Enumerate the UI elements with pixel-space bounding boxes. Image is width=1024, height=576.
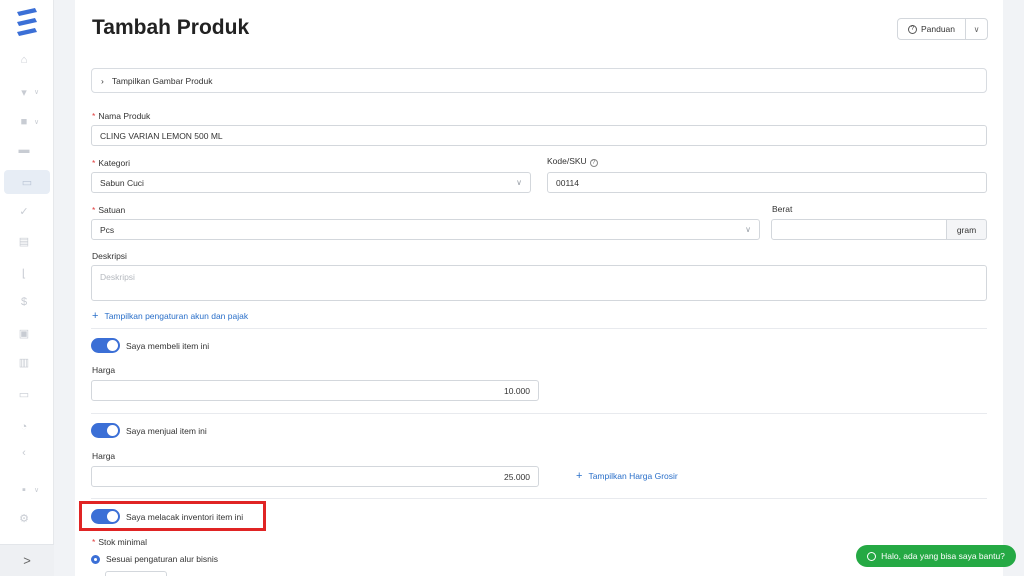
chat-support-label: Halo, ada yang bisa saya bantu? bbox=[881, 551, 1005, 561]
chat-support-button[interactable]: Halo, ada yang bisa saya bantu? bbox=[856, 545, 1016, 567]
min-stock-option-label: Sesuai pengaturan alur bisnis bbox=[106, 554, 218, 564]
sku-input[interactable]: 00114 bbox=[547, 172, 987, 193]
min-stock-label: * Stok minimal bbox=[92, 537, 147, 547]
home-icon[interactable]: ⌂ bbox=[15, 52, 33, 68]
product-image-toggle-label: Tampilkan Gambar Produk bbox=[111, 75, 213, 86]
min-stock-option[interactable]: Sesuai pengaturan alur bisnis bbox=[91, 554, 218, 564]
category-label: * Kategori bbox=[92, 158, 130, 168]
category-select[interactable]: Sabun Cuci ∨ bbox=[91, 172, 531, 193]
product-image-toggle[interactable]: › Tampilkan Gambar Produk bbox=[91, 68, 987, 93]
sales-toggle[interactable] bbox=[91, 423, 120, 438]
inventory-toggle-row: Saya melacak inventori item ini bbox=[91, 509, 243, 524]
guide-button[interactable]: ? Panduan bbox=[898, 19, 966, 39]
pie-icon[interactable]: ‹ bbox=[15, 445, 33, 461]
purchase-toggle-label: Saya membeli item ini bbox=[126, 340, 210, 351]
sales-toggle-label: Saya menjual item ini bbox=[126, 425, 207, 436]
divider bbox=[91, 498, 987, 499]
receipt-icon[interactable]: ▭ bbox=[15, 386, 33, 402]
plus-icon: + bbox=[92, 310, 99, 322]
divider bbox=[91, 328, 987, 329]
weight-input[interactable] bbox=[771, 219, 947, 240]
sku-label: Kode/SKU? bbox=[547, 156, 598, 167]
guide-button-label: Panduan bbox=[920, 24, 956, 34]
purchase-toggle[interactable] bbox=[91, 338, 120, 353]
show-wholesale-price-link[interactable]: + Tampilkan Harga Grosir bbox=[576, 470, 678, 482]
purchase-toggle-row: Saya membeli item ini bbox=[91, 338, 209, 353]
card-icon[interactable]: ▬ bbox=[15, 142, 33, 158]
sidebar: ⌂ ▾ ∨ ■ ∨ ▬ ▭ ✓ ▤ ⌊ $ ▣ ▥ ▭ ◔ ‹ ▪ ∨ ⚙ > bbox=[0, 0, 54, 576]
help-icon[interactable]: ? bbox=[589, 159, 598, 167]
product-name-label: * Nama Produk bbox=[92, 111, 151, 121]
chevron-right-icon: › bbox=[101, 75, 104, 86]
sales-price-input[interactable]: 25.000 bbox=[91, 466, 539, 487]
chevron-down-icon: ∨ bbox=[973, 24, 980, 34]
unit-label: * Satuan bbox=[92, 205, 126, 215]
dollar-icon[interactable]: $ bbox=[15, 294, 33, 310]
weight-label: Berat bbox=[772, 204, 793, 214]
cart-icon[interactable]: ▾ bbox=[15, 84, 33, 100]
plus-icon: + bbox=[576, 470, 583, 482]
radio-selected[interactable] bbox=[91, 554, 100, 564]
description-textarea[interactable]: Deskripsi bbox=[91, 265, 987, 301]
sidebar-expand-button[interactable]: > bbox=[0, 544, 54, 576]
weight-unit-addon: gram bbox=[946, 219, 987, 240]
box-icon[interactable]: ▭ bbox=[4, 170, 50, 194]
report-icon[interactable]: ▪ bbox=[15, 482, 33, 498]
building-icon[interactable]: ▥ bbox=[15, 354, 33, 370]
show-account-tax-link[interactable]: + Tampilkan pengaturan akun dan pajak bbox=[92, 310, 248, 322]
page-title: Tambah Produk bbox=[92, 16, 250, 39]
description-label: Deskripsi bbox=[92, 251, 127, 261]
whatsapp-icon bbox=[867, 551, 877, 561]
chevron-down-icon: ∨ bbox=[34, 487, 40, 494]
document-icon[interactable]: ▣ bbox=[15, 325, 33, 341]
sales-toggle-row: Saya menjual item ini bbox=[91, 423, 207, 438]
inventory-toggle-label: Saya melacak inventori item ini bbox=[126, 511, 244, 522]
chevron-right-icon: > bbox=[23, 553, 31, 568]
guide-button-group: ? Panduan ∨ bbox=[897, 18, 988, 40]
chevron-down-icon: ∨ bbox=[745, 225, 751, 234]
chart-icon[interactable]: ⌊ bbox=[15, 265, 33, 281]
inventory-toggle[interactable] bbox=[91, 509, 120, 524]
purchase-price-label: Harga bbox=[92, 365, 116, 375]
unit-select[interactable]: Pcs ∨ bbox=[91, 219, 760, 240]
min-stock-input[interactable] bbox=[105, 571, 167, 576]
help-circle-icon: ? bbox=[907, 24, 917, 34]
guide-dropdown-toggle[interactable]: ∨ bbox=[966, 19, 987, 39]
check-icon[interactable]: ✓ bbox=[15, 203, 33, 219]
product-name-input[interactable]: CLING VARIAN LEMON 500 ML bbox=[91, 125, 987, 146]
main-panel: Tambah Produk ? Panduan ∨ › Tampilkan Ga… bbox=[75, 0, 1003, 576]
briefcase-icon[interactable]: ▤ bbox=[15, 233, 33, 249]
gauge-icon[interactable]: ◔ bbox=[15, 419, 33, 435]
chevron-down-icon: ∨ bbox=[516, 178, 522, 187]
chevron-down-icon: ∨ bbox=[34, 119, 40, 126]
bag-icon[interactable]: ■ bbox=[15, 114, 33, 130]
app-logo[interactable] bbox=[13, 6, 41, 40]
purchase-price-input[interactable]: 10.000 bbox=[91, 380, 539, 401]
divider bbox=[91, 413, 987, 414]
sales-price-label: Harga bbox=[92, 451, 116, 461]
settings-icon[interactable]: ⚙ bbox=[15, 510, 33, 526]
chevron-down-icon: ∨ bbox=[34, 89, 40, 96]
